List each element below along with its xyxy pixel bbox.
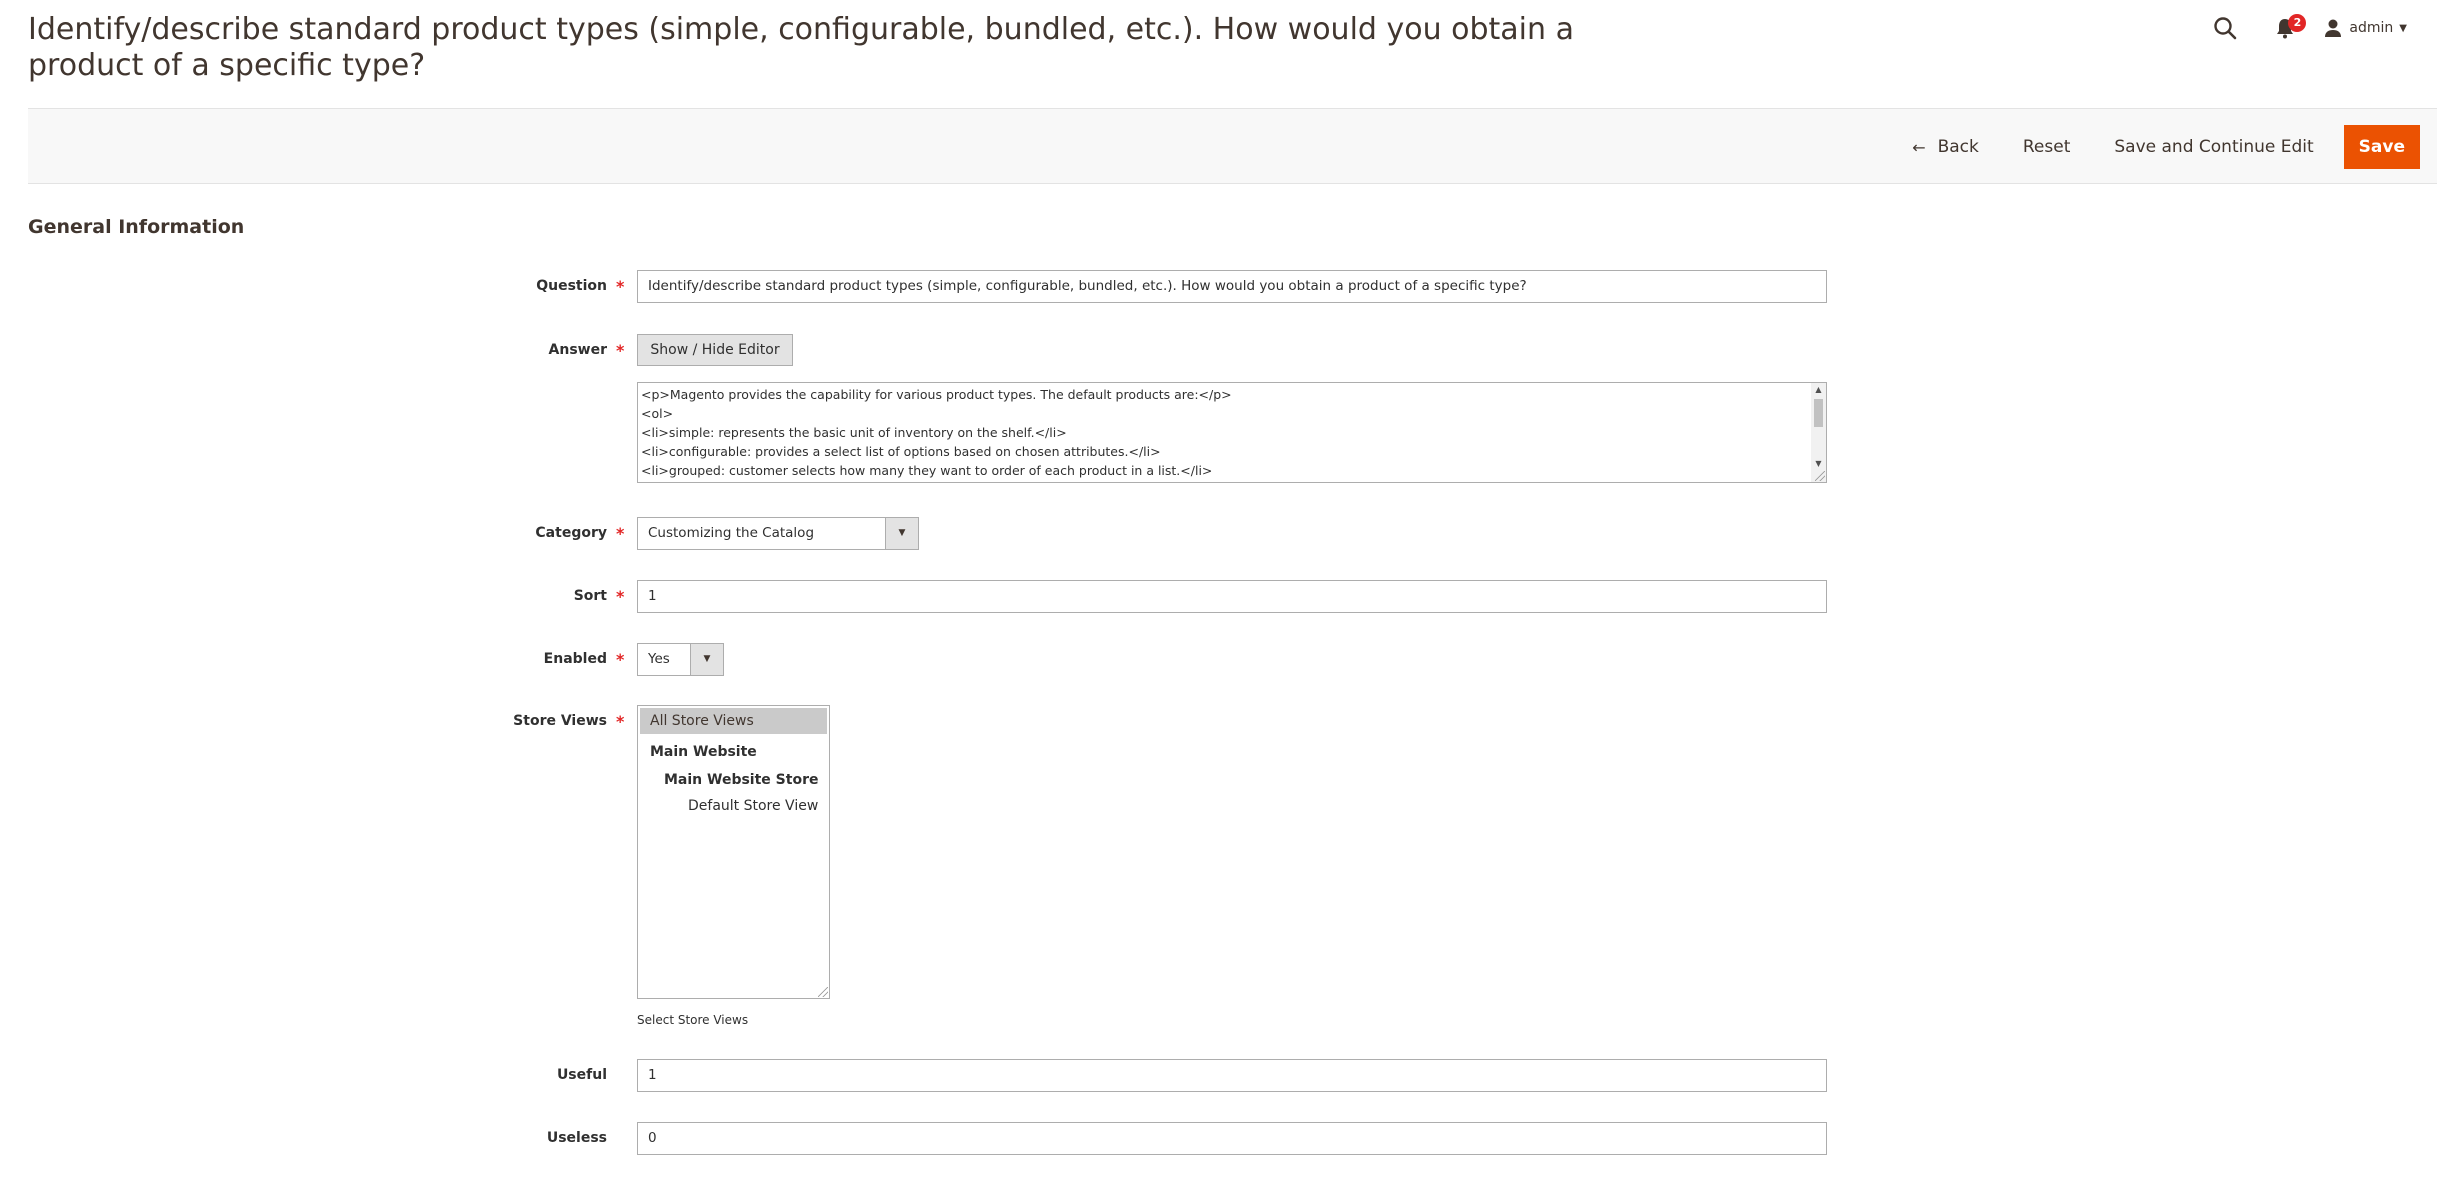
arrow-left-icon: ← [1912,137,1926,157]
required-marker: * [616,524,625,543]
answer-line: <ol> [641,406,674,421]
enabled-selected-value: Yes [648,651,670,667]
sort-input[interactable]: 1 [637,580,1827,613]
search-icon[interactable] [2211,14,2239,42]
useless-input[interactable]: 0 [637,1122,1827,1155]
store-views-multiselect[interactable]: All Store Views Main Website Main Websit… [637,705,830,999]
answer-line: <p>Magento provides the capability for v… [641,387,1232,402]
store-view-group-website: Main Website [650,744,757,760]
enabled-label: Enabled [543,651,607,667]
user-name: admin [2349,20,2394,36]
scroll-down-icon[interactable]: ▼ [1811,459,1826,468]
back-button[interactable]: ← Back [1898,125,1993,169]
show-hide-editor-button[interactable]: Show / Hide Editor [637,334,793,366]
category-label: Category [535,525,607,541]
required-marker: * [616,341,625,360]
useful-label: Useful [556,1067,607,1083]
save-and-continue-button[interactable]: Save and Continue Edit [2100,125,2327,169]
user-account-menu[interactable]: admin ▼ [2323,18,2407,38]
required-marker: * [616,650,625,669]
back-button-label: Back [1937,137,1979,157]
answer-line: <li>grouped: customer selects how many t… [641,463,1213,478]
store-view-group-store: Main Website Store [664,772,819,788]
page-actions-bar: ← Back Reset Save and Continue Edit Save [28,108,2437,184]
question-label: Question [536,278,607,294]
notification-count-badge: 2 [2288,14,2307,32]
question-input[interactable]: Identify/describe standard product types… [637,270,1827,303]
category-selected-value: Customizing the Catalog [648,525,815,541]
answer-textarea[interactable]: <p>Magento provides the capability for v… [637,382,1827,483]
chevron-down-icon: ▼ [2399,22,2407,34]
enabled-select[interactable]: Yes ▼ [637,643,724,676]
scroll-up-icon[interactable]: ▲ [1811,385,1826,394]
user-icon [2325,19,2342,37]
required-marker: * [616,712,625,731]
required-marker: * [616,277,625,296]
textarea-scrollbar[interactable]: ▲ ▼ [1811,383,1826,482]
global-actions: 2 admin ▼ [2211,14,2407,42]
answer-label: Answer [548,342,607,358]
required-marker: * [616,587,625,606]
chevron-down-icon: ▼ [690,644,723,675]
useful-input[interactable]: 1 [637,1059,1827,1092]
chevron-down-icon: ▼ [885,518,918,549]
resize-handle-icon[interactable] [818,987,828,997]
reset-button[interactable]: Reset [2009,125,2085,169]
store-views-note: Select Store Views [637,1013,749,1027]
notifications-button[interactable]: 2 [2271,14,2307,42]
save-button[interactable]: Save [2343,125,2420,169]
store-view-option-default[interactable]: Default Store View [638,794,829,818]
scrollbar-thumb[interactable] [1814,399,1823,427]
section-title: General Information [28,216,245,238]
answer-text: <p>Magento provides the capability for v… [638,383,1826,482]
store-views-label: Store Views [513,713,607,729]
answer-line: <li>simple: represents the basic unit of… [641,425,1067,440]
category-select[interactable]: Customizing the Catalog ▼ [637,517,919,550]
useless-label: Useless [546,1130,607,1146]
page-title: Identify/describe standard product types… [28,12,1574,83]
sort-label: Sort [573,588,607,604]
store-view-option-all[interactable]: All Store Views [640,708,827,734]
resize-handle-icon[interactable] [1815,471,1825,481]
answer-line: <li>configurable: provides a select list… [641,444,1161,459]
